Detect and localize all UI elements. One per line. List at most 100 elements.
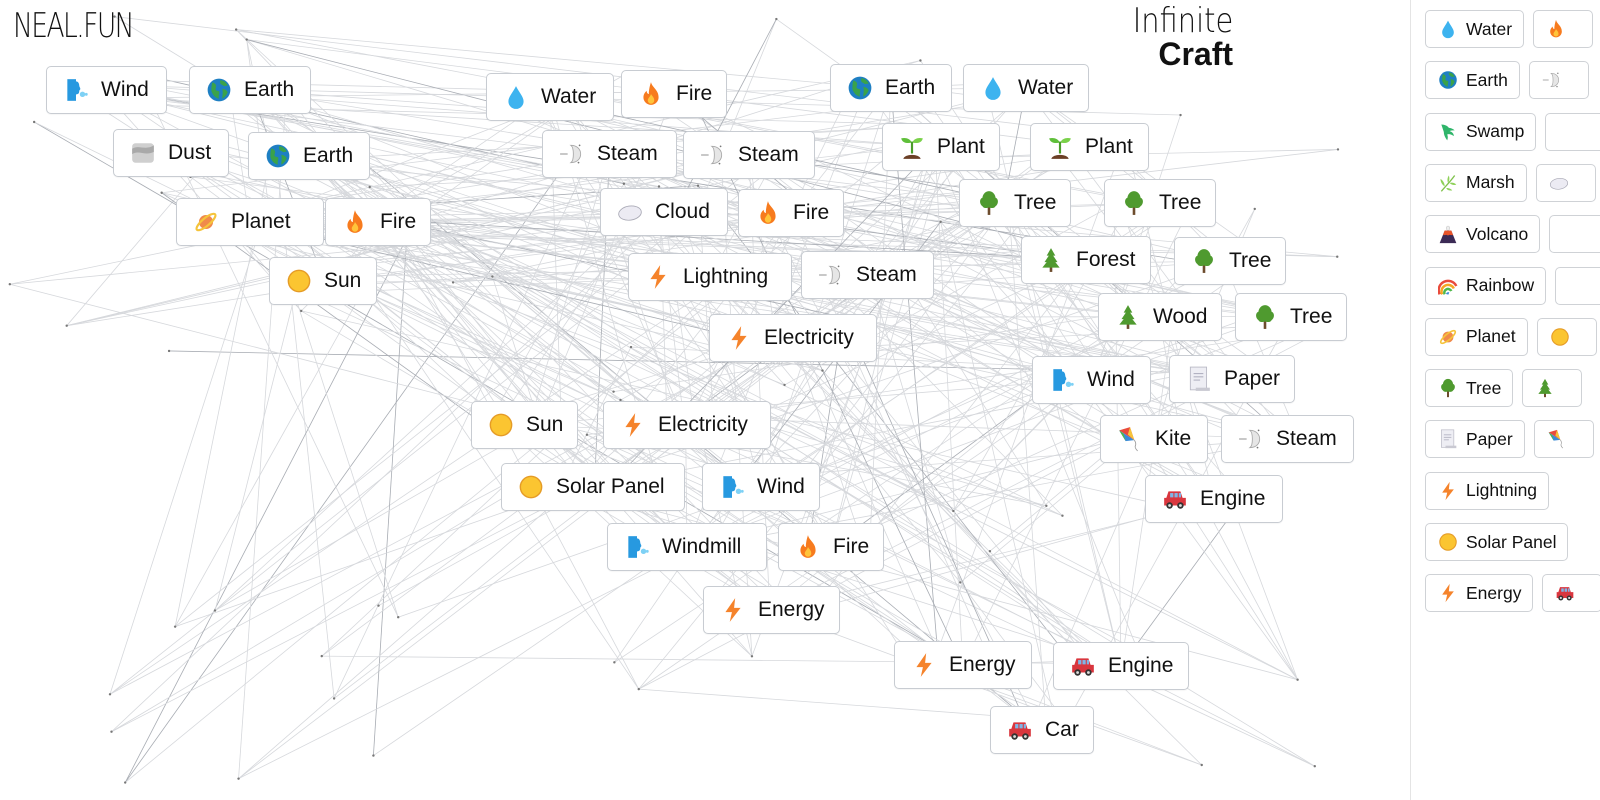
sidebar-item-label: Earth bbox=[1466, 69, 1508, 90]
sidebar-item[interactable] bbox=[1528, 61, 1589, 100]
elements-sidebar[interactable]: Water Earth Swamp Marsh Volcano Rainbow Planet… bbox=[1410, 0, 1600, 800]
canvas-item[interactable]: Sun bbox=[269, 257, 377, 305]
sidebar-item[interactable] bbox=[1522, 369, 1583, 408]
canvas-item[interactable]: Fire bbox=[738, 189, 845, 237]
sidebar-item[interactable]: Lightning bbox=[1425, 471, 1550, 510]
canvas-item[interactable]: Electricity bbox=[709, 314, 877, 362]
canvas-item-label: Steam bbox=[738, 143, 799, 166]
canvas-item[interactable]: Kite bbox=[1100, 415, 1208, 463]
sidebar-item[interactable]: Energy bbox=[1425, 574, 1534, 613]
paper-icon bbox=[1186, 366, 1212, 392]
canvas-item[interactable]: Plant bbox=[1030, 123, 1149, 171]
canvas-item[interactable]: Steam bbox=[683, 131, 815, 179]
node-dot bbox=[377, 604, 380, 607]
canvas-item[interactable]: Fire bbox=[621, 70, 728, 118]
sidebar-item[interactable] bbox=[1545, 112, 1600, 151]
canvas-item[interactable]: Earth bbox=[248, 132, 370, 180]
canvas-item[interactable]: Earth bbox=[189, 66, 311, 114]
sidebar-item[interactable]: Swamp bbox=[1425, 112, 1537, 151]
sidebar-item[interactable] bbox=[1535, 163, 1596, 202]
node-dot bbox=[783, 383, 786, 387]
canvas-item[interactable]: Engine bbox=[1145, 475, 1283, 523]
sidebar-item[interactable]: Earth bbox=[1425, 61, 1520, 100]
sidebar-item[interactable] bbox=[1549, 215, 1600, 254]
canvas-item[interactable]: Earth bbox=[830, 64, 952, 112]
tree-icon bbox=[1252, 304, 1278, 330]
sidebar-item[interactable]: Water bbox=[1425, 10, 1525, 48]
sidebar-item-label: Energy bbox=[1466, 582, 1522, 603]
node-dot bbox=[622, 182, 626, 185]
connection-line bbox=[292, 288, 399, 618]
canvas-item[interactable]: Forest bbox=[1021, 236, 1151, 284]
crafting-canvas[interactable]: NEAL.FUN Infinite Craft Wind Earth Dust Ear… bbox=[0, 0, 1438, 800]
canvas-item[interactable]: Electricity bbox=[603, 401, 771, 449]
sidebar-item[interactable] bbox=[1533, 10, 1594, 48]
evergreen-tree-icon bbox=[1038, 247, 1064, 273]
canvas-item[interactable]: Wood bbox=[1098, 293, 1223, 341]
canvas-item[interactable]: Tree bbox=[1174, 237, 1287, 285]
canvas-item[interactable]: Lightning bbox=[628, 253, 792, 301]
sidebar-item-label: Solar Panel bbox=[1466, 531, 1557, 552]
canvas-item[interactable]: Wind bbox=[1032, 356, 1151, 404]
sidebar-item[interactable]: Marsh bbox=[1425, 163, 1527, 202]
canvas-item[interactable]: Tree bbox=[1235, 293, 1348, 341]
canvas-item[interactable]: Fire bbox=[325, 198, 432, 246]
canvas-item[interactable]: Windmill bbox=[607, 523, 767, 571]
sidebar-item[interactable]: Paper bbox=[1425, 420, 1525, 459]
planet-icon bbox=[1438, 327, 1458, 347]
water-drop-icon bbox=[503, 84, 529, 110]
canvas-item[interactable]: Energy bbox=[894, 641, 1032, 689]
lightning-icon bbox=[620, 412, 646, 438]
neal-fun-logo[interactable]: NEAL.FUN bbox=[13, 6, 135, 46]
sidebar-item[interactable] bbox=[1555, 266, 1600, 305]
node-dot bbox=[612, 390, 615, 393]
canvas-item-label: Earth bbox=[885, 76, 936, 99]
canvas-item[interactable]: Steam bbox=[1221, 415, 1354, 463]
canvas-item[interactable]: Wind bbox=[46, 66, 167, 114]
canvas-item[interactable]: Water bbox=[486, 73, 614, 121]
sidebar-item[interactable]: Tree bbox=[1425, 369, 1514, 408]
sidebar-item[interactable] bbox=[1536, 317, 1597, 356]
canvas-item[interactable]: Plant bbox=[882, 123, 1000, 171]
sidebar-row: Earth bbox=[1425, 61, 1589, 101]
canvas-item[interactable]: Energy bbox=[703, 586, 840, 634]
swamp-icon bbox=[1438, 122, 1458, 142]
fire-icon bbox=[342, 209, 368, 235]
sidebar-item[interactable] bbox=[1533, 420, 1594, 459]
canvas-item[interactable]: Water bbox=[963, 64, 1089, 112]
sidebar-item[interactable]: Planet bbox=[1425, 317, 1528, 356]
canvas-item[interactable]: Paper bbox=[1169, 355, 1296, 403]
node-dot bbox=[696, 184, 700, 187]
canvas-item-label: Earth bbox=[244, 78, 295, 101]
canvas-item[interactable]: Tree bbox=[959, 179, 1072, 227]
canvas-item[interactable]: Wind bbox=[702, 463, 820, 511]
canvas-item[interactable]: Fire bbox=[778, 523, 885, 571]
canvas-item-label: Planet bbox=[231, 210, 291, 233]
canvas-item[interactable]: Engine bbox=[1053, 642, 1189, 690]
node-dot bbox=[1179, 113, 1182, 117]
canvas-item-label: Kite bbox=[1155, 427, 1192, 450]
title-line-2: Craft bbox=[1158, 36, 1233, 72]
connection-line bbox=[111, 485, 589, 733]
canvas-item[interactable]: Dust bbox=[113, 129, 229, 177]
canvas-item[interactable]: Planet bbox=[176, 198, 324, 246]
canvas-item[interactable]: Sun bbox=[471, 401, 579, 449]
canvas-item-label: Earth bbox=[303, 144, 354, 167]
canvas-item[interactable]: Cloud bbox=[600, 188, 728, 236]
sidebar-item-label: Rainbow bbox=[1466, 275, 1535, 295]
canvas-item[interactable]: Solar Panel bbox=[501, 463, 685, 511]
sidebar-item[interactable] bbox=[1542, 574, 1600, 613]
tree-icon bbox=[976, 190, 1002, 216]
steam-icon bbox=[559, 141, 585, 167]
canvas-item[interactable]: Steam bbox=[542, 130, 677, 178]
canvas-item[interactable]: Steam bbox=[801, 251, 934, 299]
canvas-item[interactable]: Car bbox=[990, 706, 1094, 754]
sidebar-item[interactable]: Solar Panel bbox=[1425, 523, 1569, 561]
sidebar-item[interactable]: Volcano bbox=[1425, 215, 1541, 254]
earth-globe-icon bbox=[206, 77, 232, 103]
sidebar-item[interactable]: Rainbow bbox=[1425, 266, 1547, 305]
canvas-item[interactable]: Tree bbox=[1104, 179, 1217, 227]
node-dot bbox=[1296, 678, 1299, 681]
kite-icon bbox=[1547, 429, 1567, 449]
connection-line bbox=[124, 226, 413, 783]
